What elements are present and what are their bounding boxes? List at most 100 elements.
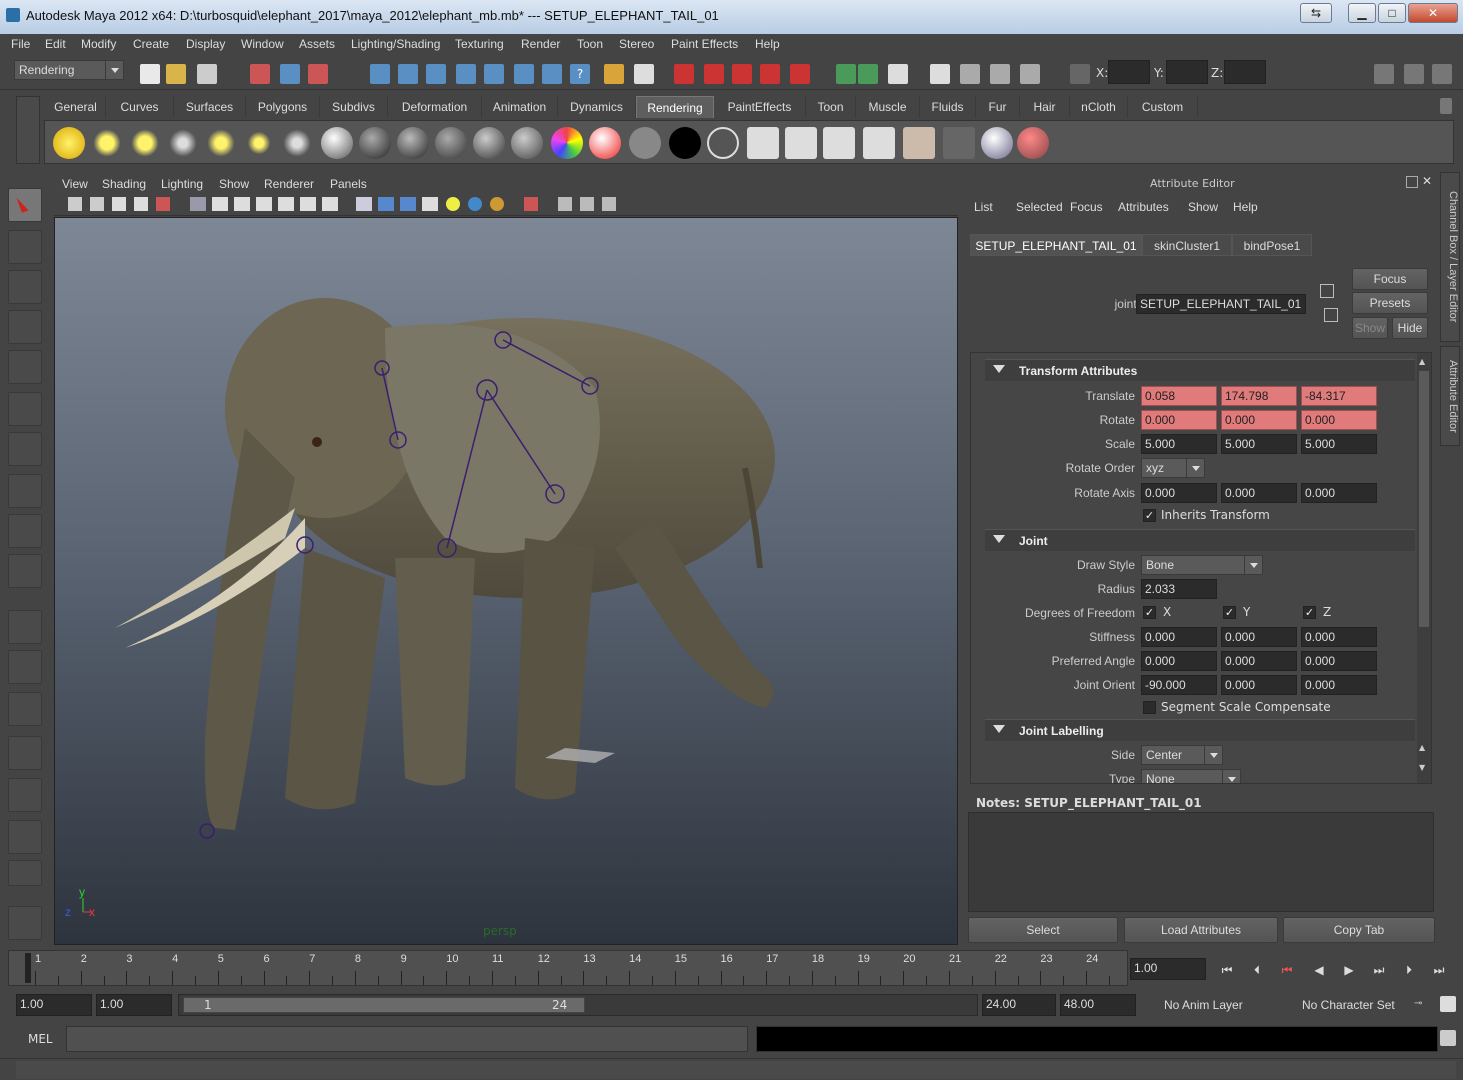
script-editor-icon[interactable] [1440, 1030, 1456, 1046]
lambert-shader-icon[interactable] [321, 127, 353, 159]
end-time-field[interactable]: 48.00 [1060, 994, 1136, 1016]
viewport-persp[interactable]: y z x persp [54, 217, 958, 945]
layout-outliner-icon[interactable] [8, 692, 42, 726]
translate-x-field[interactable]: 0.058 [1141, 386, 1217, 406]
preferred-angle-x-field[interactable]: 0.000 [1141, 651, 1217, 671]
menu-toon[interactable]: Toon [577, 37, 603, 51]
vp-menu-lighting[interactable]: Lighting [161, 177, 203, 191]
segment-scale-checkbox[interactable] [1143, 701, 1156, 714]
menu-help[interactable]: Help [755, 37, 780, 51]
bookmark-icon[interactable] [112, 197, 126, 211]
phong-shader-icon[interactable] [397, 127, 429, 159]
toon-shader-icon[interactable] [707, 127, 739, 159]
rotate-z-field[interactable]: 0.000 [1301, 410, 1377, 430]
tab-ncloth[interactable]: nCloth [1070, 96, 1128, 118]
channel-box-side-tab[interactable]: Channel Box / Layer Editor [1440, 172, 1460, 342]
camera-select-icon[interactable] [68, 197, 82, 211]
layout-graph-icon[interactable] [8, 736, 42, 770]
layout-more-icon[interactable] [8, 860, 42, 886]
trash-icon[interactable] [1440, 98, 1452, 114]
new-scene-icon[interactable] [140, 64, 160, 84]
dof-x-checkbox[interactable]: ✓ [1143, 606, 1156, 619]
backface-icon[interactable] [602, 197, 616, 211]
safe-action-icon[interactable] [300, 197, 316, 211]
menu-assets[interactable]: Assets [299, 37, 335, 51]
presets-button[interactable]: Presets [1352, 292, 1428, 314]
ae-menu-attributes[interactable]: Attributes [1118, 200, 1169, 214]
current-frame-field[interactable]: 1.00 [1130, 958, 1206, 980]
step-back-frame-icon[interactable]: ⏴ [1246, 960, 1268, 980]
select-component-icon[interactable] [308, 64, 328, 84]
wireframe-icon[interactable] [356, 197, 372, 211]
manipulator-tool-icon[interactable] [8, 432, 42, 466]
joint-orient-z-field[interactable]: 0.000 [1301, 675, 1377, 695]
start-time-field[interactable]: 1.00 [16, 994, 92, 1016]
menu-stereo[interactable]: Stereo [619, 37, 654, 51]
output-ops-icon[interactable] [514, 64, 534, 84]
magnet-5-icon[interactable] [790, 64, 810, 84]
scroll-up-icon[interactable]: ▲ [1419, 357, 1429, 367]
go-to-start-icon[interactable]: ⏮ [1216, 960, 1238, 980]
magnet-1-icon[interactable] [674, 64, 694, 84]
output-connection-icon[interactable] [1324, 308, 1338, 322]
tab-curves[interactable]: Curves [106, 96, 174, 118]
rotate-axis-x-field[interactable]: 0.000 [1141, 483, 1217, 503]
section-transform[interactable]: Transform Attributes [985, 359, 1415, 381]
ae-menu-show[interactable]: Show [1188, 200, 1218, 214]
vp-menu-panels[interactable]: Panels [330, 177, 367, 191]
section-joint[interactable]: Joint [985, 529, 1415, 551]
mental-ray-icon[interactable] [981, 127, 1013, 159]
film-gate-icon[interactable] [212, 197, 228, 211]
render-frame-icon[interactable] [785, 127, 817, 159]
paint-brush-icon[interactable] [1017, 127, 1049, 159]
isolate-select-icon[interactable] [524, 197, 538, 211]
blinn-shader-icon[interactable] [359, 127, 391, 159]
transform-mode-icon[interactable] [1070, 64, 1090, 84]
play-forwards-icon[interactable]: ▶ [1338, 960, 1360, 980]
menu-file[interactable]: File [11, 37, 30, 51]
attribute-editor-side-tab[interactable]: Attribute Editor [1440, 346, 1460, 446]
step-forward-frame-icon[interactable]: ⏵ [1398, 960, 1420, 980]
input-ops-icon[interactable] [484, 64, 504, 84]
volume-light-icon[interactable] [243, 127, 275, 159]
translate-z-field[interactable]: -84.317 [1301, 386, 1377, 406]
ae-menu-help[interactable]: Help [1233, 200, 1258, 214]
joint-orient-y-field[interactable]: 0.000 [1221, 675, 1297, 695]
attributes-panel[interactable]: Transform Attributes Translate 0.058 174… [970, 352, 1432, 784]
go-to-end-icon[interactable]: ⏭ [1428, 960, 1450, 980]
directional-light-icon[interactable] [91, 127, 123, 159]
grid-icon[interactable] [190, 197, 206, 211]
image-plane-icon[interactable] [134, 197, 148, 211]
section-joint-labelling[interactable]: Joint Labelling [985, 719, 1415, 741]
shelf-menu-handle[interactable] [16, 96, 40, 164]
selection-mask-icon[interactable] [634, 64, 654, 84]
menu-modify[interactable]: Modify [81, 37, 116, 51]
tab-custom[interactable]: Custom [1128, 96, 1198, 118]
area-light-icon[interactable] [205, 127, 237, 159]
show-button[interactable]: Show [1352, 317, 1388, 339]
close-button[interactable]: ✕ [1408, 3, 1458, 23]
snap-curve-icon[interactable] [398, 64, 418, 84]
layout-four-icon[interactable] [8, 650, 42, 684]
draw-style-dropdown[interactable]: Bone [1141, 555, 1263, 575]
rotate-y-field[interactable]: 0.000 [1221, 410, 1297, 430]
menu-lighting-shading[interactable]: Lighting/Shading [351, 37, 440, 51]
snap-grid-icon[interactable] [370, 64, 390, 84]
x-field[interactable] [1108, 60, 1150, 84]
anisotropic-shader-icon[interactable] [473, 127, 505, 159]
spot-light-icon[interactable] [167, 127, 199, 159]
camera-attributes-icon[interactable] [90, 197, 104, 211]
focus-button[interactable]: Focus [1352, 268, 1428, 290]
scale-y-field[interactable]: 5.000 [1221, 434, 1297, 454]
construction-history-icon[interactable] [542, 64, 562, 84]
vp-menu-renderer[interactable]: Renderer [264, 177, 314, 191]
smooth-shade-icon[interactable] [378, 197, 394, 211]
restore-button[interactable]: ⇆ [1300, 3, 1332, 23]
xray-joints-icon[interactable] [580, 197, 594, 211]
vp-menu-shading[interactable]: Shading [102, 177, 146, 191]
z-field[interactable] [1224, 60, 1266, 84]
two-d-pan-zoom-icon[interactable] [156, 197, 170, 211]
hypershade-icon[interactable] [960, 64, 980, 84]
maximize-button[interactable]: □ [1378, 3, 1406, 23]
stiffness-x-field[interactable]: 0.000 [1141, 627, 1217, 647]
